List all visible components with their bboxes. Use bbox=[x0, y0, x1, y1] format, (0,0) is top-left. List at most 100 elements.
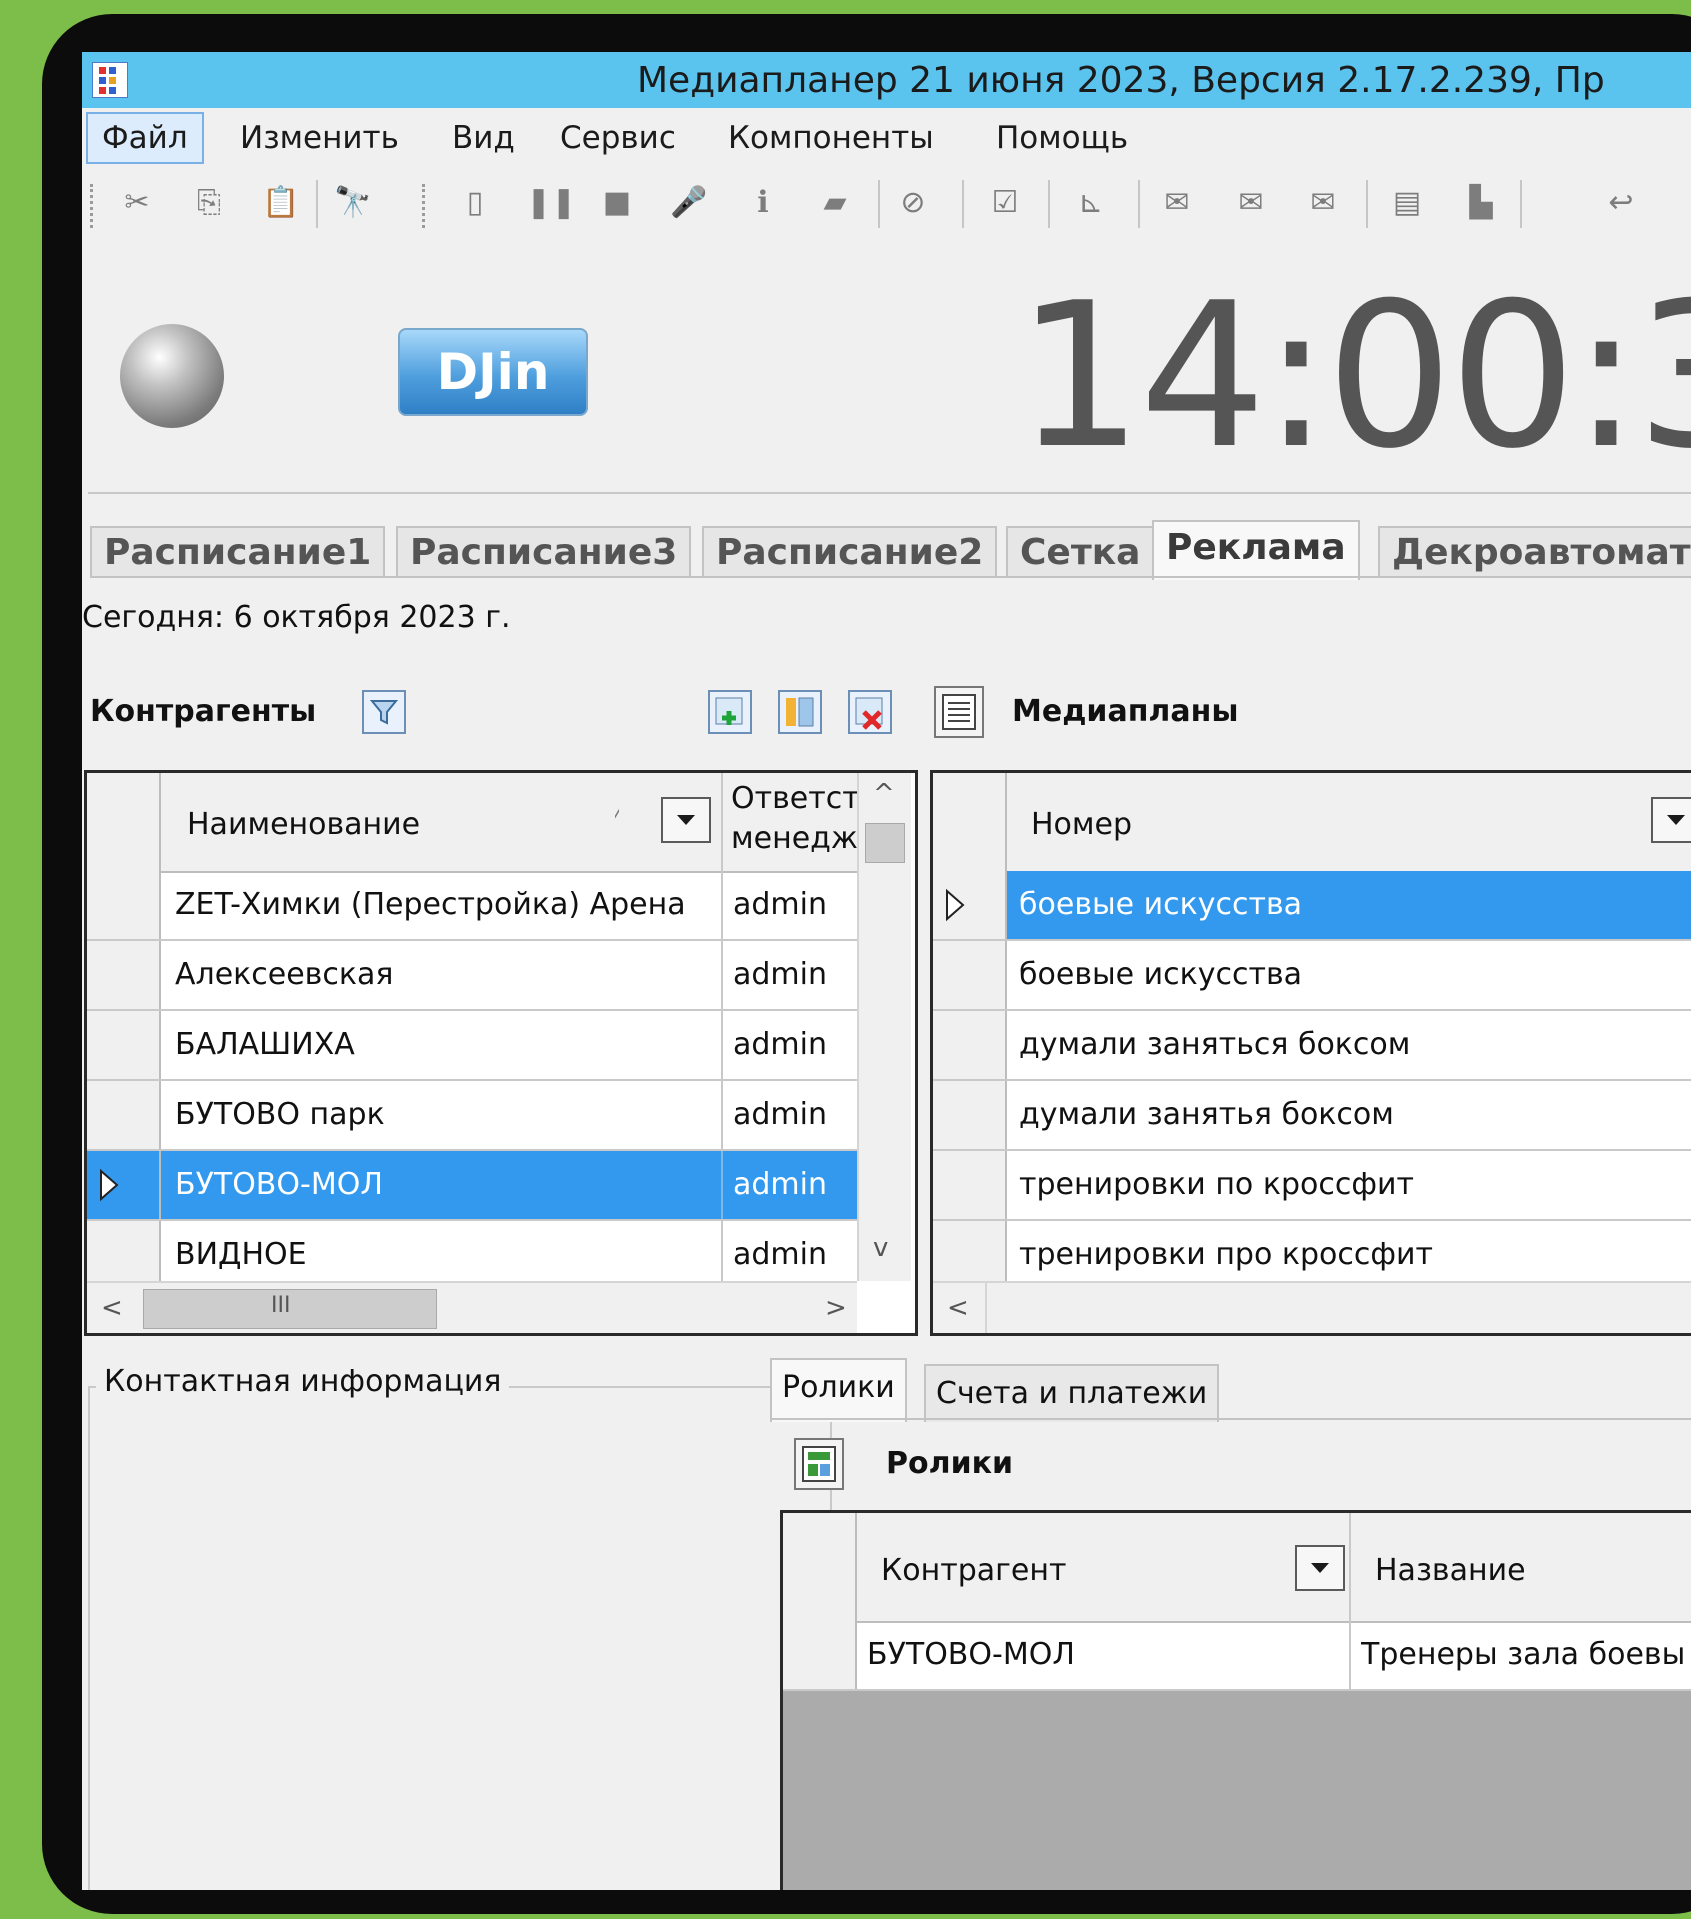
menu-components[interactable]: Компоненты bbox=[728, 120, 934, 156]
comment-icon[interactable]: ▰ bbox=[816, 184, 854, 222]
column-title[interactable]: Название bbox=[1375, 1553, 1526, 1588]
column-number-dropdown[interactable] bbox=[1651, 797, 1691, 843]
divider bbox=[90, 576, 1691, 578]
row-header[interactable] bbox=[87, 871, 161, 939]
column-manager-line2: менедж bbox=[731, 821, 858, 856]
mail-open-icon[interactable]: ✉ bbox=[1232, 184, 1270, 222]
menu-view[interactable]: Вид bbox=[452, 120, 515, 156]
row-header[interactable] bbox=[933, 1221, 1007, 1289]
contractor-manager: admin bbox=[733, 1167, 827, 1202]
scroll-thumb[interactable] bbox=[865, 823, 905, 863]
row-header[interactable] bbox=[87, 1011, 161, 1079]
column-number[interactable]: Номер bbox=[1031, 807, 1132, 842]
menu-file[interactable]: Файл bbox=[86, 112, 204, 164]
column-name[interactable]: Наименование bbox=[187, 807, 420, 842]
mail-download-icon[interactable]: ✉ bbox=[1304, 184, 1342, 222]
tab-grid[interactable]: Сетка bbox=[1006, 526, 1155, 578]
menu-help[interactable]: Помощь bbox=[996, 120, 1128, 156]
column-manager[interactable]: Ответст bbox=[731, 781, 860, 816]
cut-icon[interactable]: ✂ bbox=[118, 184, 156, 222]
microphone-icon[interactable]: 🎤 bbox=[670, 184, 708, 222]
tab-advertising[interactable]: Реклама bbox=[1152, 520, 1360, 580]
menu-service[interactable]: Сервис bbox=[560, 120, 676, 156]
tab-schedule3[interactable]: Расписание3 bbox=[396, 526, 692, 578]
row-header[interactable] bbox=[87, 941, 161, 1009]
table-row[interactable]: БУТОВО парк admin bbox=[87, 1081, 857, 1151]
row-header[interactable] bbox=[933, 1011, 1007, 1079]
table-row[interactable]: БУТОВО-МОЛ Тренеры зала боевы bbox=[783, 1621, 1691, 1691]
pause-icon[interactable]: ❚❚ bbox=[526, 184, 576, 222]
edit-contractor-icon[interactable] bbox=[778, 690, 822, 734]
row-header[interactable] bbox=[933, 871, 1007, 939]
row-header[interactable] bbox=[87, 1151, 161, 1219]
chart-icon[interactable]: ⊾ bbox=[1072, 184, 1110, 222]
scroll-left-icon[interactable]: < bbox=[101, 1293, 123, 1323]
contractor-name: Алексеевская bbox=[175, 957, 394, 992]
info-icon[interactable]: ℹ bbox=[744, 184, 782, 222]
clip-title: Тренеры зала боевы bbox=[1361, 1637, 1686, 1672]
toolbar-separator bbox=[1048, 180, 1050, 228]
table-row-selected[interactable]: боевые искусства bbox=[933, 871, 1691, 941]
column-separator bbox=[721, 1151, 723, 1219]
block-icon[interactable]: ⊘ bbox=[894, 184, 932, 222]
menu-edit[interactable]: Изменить bbox=[240, 120, 399, 156]
toolbar-grip[interactable] bbox=[90, 184, 97, 228]
column-contractor-dropdown[interactable] bbox=[1295, 1545, 1345, 1591]
new-document-icon[interactable]: ▯ bbox=[456, 184, 494, 222]
table-row[interactable]: тренировки по кроссфит bbox=[933, 1151, 1691, 1221]
delete-contractor-icon[interactable] bbox=[848, 690, 892, 734]
copy-icon[interactable]: ⎘ bbox=[190, 184, 228, 222]
contractor-manager: admin bbox=[733, 887, 827, 922]
table-row[interactable]: думали занятья боксом bbox=[933, 1081, 1691, 1151]
row-header[interactable] bbox=[933, 1151, 1007, 1219]
filter-icon[interactable] bbox=[362, 690, 406, 734]
horizontal-scrollbar[interactable]: < III > bbox=[87, 1281, 857, 1333]
table-row[interactable]: Алексеевская admin bbox=[87, 941, 857, 1011]
table-row[interactable]: ZET-Химки (Перестройка) Арена admin bbox=[87, 871, 857, 941]
column-contractor[interactable]: Контрагент bbox=[881, 1553, 1066, 1588]
stop-icon[interactable]: ■ bbox=[598, 184, 636, 222]
list-icon[interactable] bbox=[934, 686, 984, 738]
contractor-name: ВИДНОЕ bbox=[175, 1237, 307, 1272]
clips-icon[interactable] bbox=[794, 1438, 844, 1490]
row-header[interactable] bbox=[87, 1221, 161, 1289]
table-row[interactable]: боевые искусства bbox=[933, 941, 1691, 1011]
find-icon[interactable]: 🔭 bbox=[334, 184, 372, 222]
row-header[interactable] bbox=[783, 1621, 857, 1689]
logout-icon[interactable]: ↩ bbox=[1602, 184, 1640, 222]
table-row[interactable]: БАЛАШИХА admin bbox=[87, 1011, 857, 1081]
tab-schedule2[interactable]: Расписание2 bbox=[702, 526, 998, 578]
header-corner bbox=[87, 773, 161, 871]
horizontal-scrollbar[interactable]: < bbox=[933, 1281, 1691, 1333]
vertical-scrollbar[interactable]: ^ v bbox=[857, 773, 911, 1281]
toolbar-separator bbox=[1520, 180, 1522, 228]
toolbar-separator bbox=[316, 180, 318, 228]
toolbar-grip[interactable] bbox=[422, 184, 429, 228]
mediaplans-grid: Номер боевые искусства боевые искусства … bbox=[930, 770, 1691, 1336]
table-row[interactable]: думали заняться боксом bbox=[933, 1011, 1691, 1081]
scroll-right-icon[interactable]: > bbox=[825, 1293, 847, 1323]
toolbar-separator bbox=[878, 180, 880, 228]
tab-decroautomat[interactable]: Декроавтомат bbox=[1378, 526, 1691, 578]
contractor-manager: admin bbox=[733, 1027, 827, 1062]
mediaplan-number: думали занятья боксом bbox=[1019, 1097, 1394, 1132]
paste-icon[interactable]: 📋 bbox=[262, 184, 300, 222]
tab-schedule1[interactable]: Расписание1 bbox=[90, 526, 386, 578]
add-contractor-icon[interactable] bbox=[708, 690, 752, 734]
mail-icon[interactable]: ✉ bbox=[1158, 184, 1196, 222]
scroll-up-icon[interactable]: ^ bbox=[873, 779, 895, 809]
table-row-selected[interactable]: БУТОВО-МОЛ admin bbox=[87, 1151, 857, 1221]
tab-invoices[interactable]: Счета и платежи bbox=[924, 1364, 1220, 1422]
main-panel: DJin 14:00:3 Расписание1 Расписание3 Рас… bbox=[82, 242, 1691, 1890]
lock-icon[interactable]: ▙ bbox=[1462, 184, 1500, 222]
save-icon[interactable]: ▤ bbox=[1388, 184, 1426, 222]
scroll-down-icon[interactable]: v bbox=[873, 1233, 888, 1263]
row-header[interactable] bbox=[87, 1081, 161, 1149]
row-header[interactable] bbox=[933, 1081, 1007, 1149]
checkbox-icon[interactable]: ☑ bbox=[986, 184, 1024, 222]
tab-clips[interactable]: Ролики bbox=[770, 1358, 907, 1422]
scroll-left-icon[interactable]: < bbox=[947, 1293, 969, 1323]
column-name-dropdown[interactable] bbox=[661, 797, 711, 843]
row-header[interactable] bbox=[933, 941, 1007, 1009]
title-bar: Медиапланер 21 июня 2023, Версия 2.17.2.… bbox=[82, 52, 1691, 108]
